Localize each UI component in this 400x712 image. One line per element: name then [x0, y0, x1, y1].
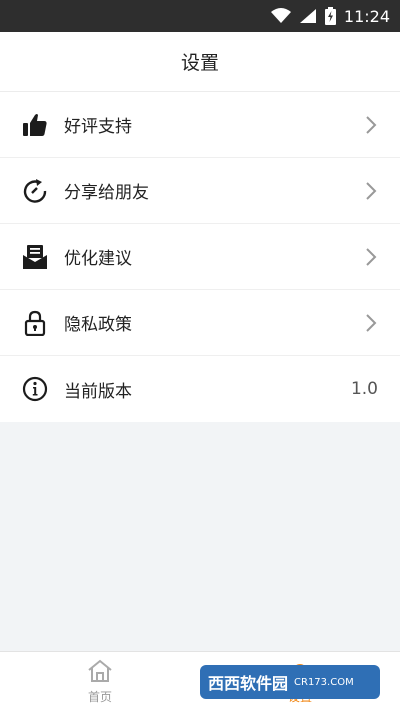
settings-item-version: 当前版本 1.0: [0, 356, 400, 422]
lock-icon: [22, 310, 48, 336]
chevron-right-icon: [364, 115, 378, 135]
settings-item-label: 优化建议: [64, 249, 132, 269]
watermark-text: 西西软件园: [208, 674, 289, 693]
chevron-right-icon: [364, 181, 378, 201]
settings-item-share[interactable]: 分享给朋友: [0, 158, 400, 224]
info-icon: [22, 376, 48, 402]
settings-item-label: 好评支持: [64, 117, 132, 137]
settings-item-label: 当前版本: [64, 381, 132, 402]
wifi-icon: [270, 8, 291, 24]
status-bar: 11:24: [0, 0, 400, 32]
thumbs-up-icon: [22, 112, 48, 138]
home-icon: [86, 659, 114, 686]
version-value: 1.0: [350, 379, 378, 399]
settings-item-label: 隐私政策: [64, 315, 132, 335]
watermark-sub: CR173.COM: [294, 676, 354, 688]
tab-home-label: 首页: [87, 690, 112, 704]
watermark-badge: 西西软件园 CR173.COM: [200, 665, 380, 699]
share-refresh-icon: [22, 178, 48, 204]
settings-list: 好评支持 分享给朋友 优化建议 隐私政策 当前版本 1.0: [0, 92, 400, 422]
chevron-right-icon: [364, 313, 378, 333]
settings-item-privacy[interactable]: 隐私政策: [0, 290, 400, 356]
chevron-right-icon: [364, 247, 378, 267]
tab-home[interactable]: 首页: [0, 652, 200, 712]
status-time: 11:24: [343, 6, 390, 26]
battery-charging-icon: [324, 7, 336, 25]
settings-item-label: 分享给朋友: [64, 183, 149, 203]
page-title: 设置: [180, 52, 219, 74]
feedback-icon: [22, 244, 48, 270]
header: 设置: [0, 32, 400, 92]
settings-item-feedback[interactable]: 优化建议: [0, 224, 400, 290]
watermark-logo: 西西软件园 CR173.COM: [200, 660, 382, 704]
settings-item-rate[interactable]: 好评支持: [0, 92, 400, 158]
signal-icon: [299, 8, 317, 24]
